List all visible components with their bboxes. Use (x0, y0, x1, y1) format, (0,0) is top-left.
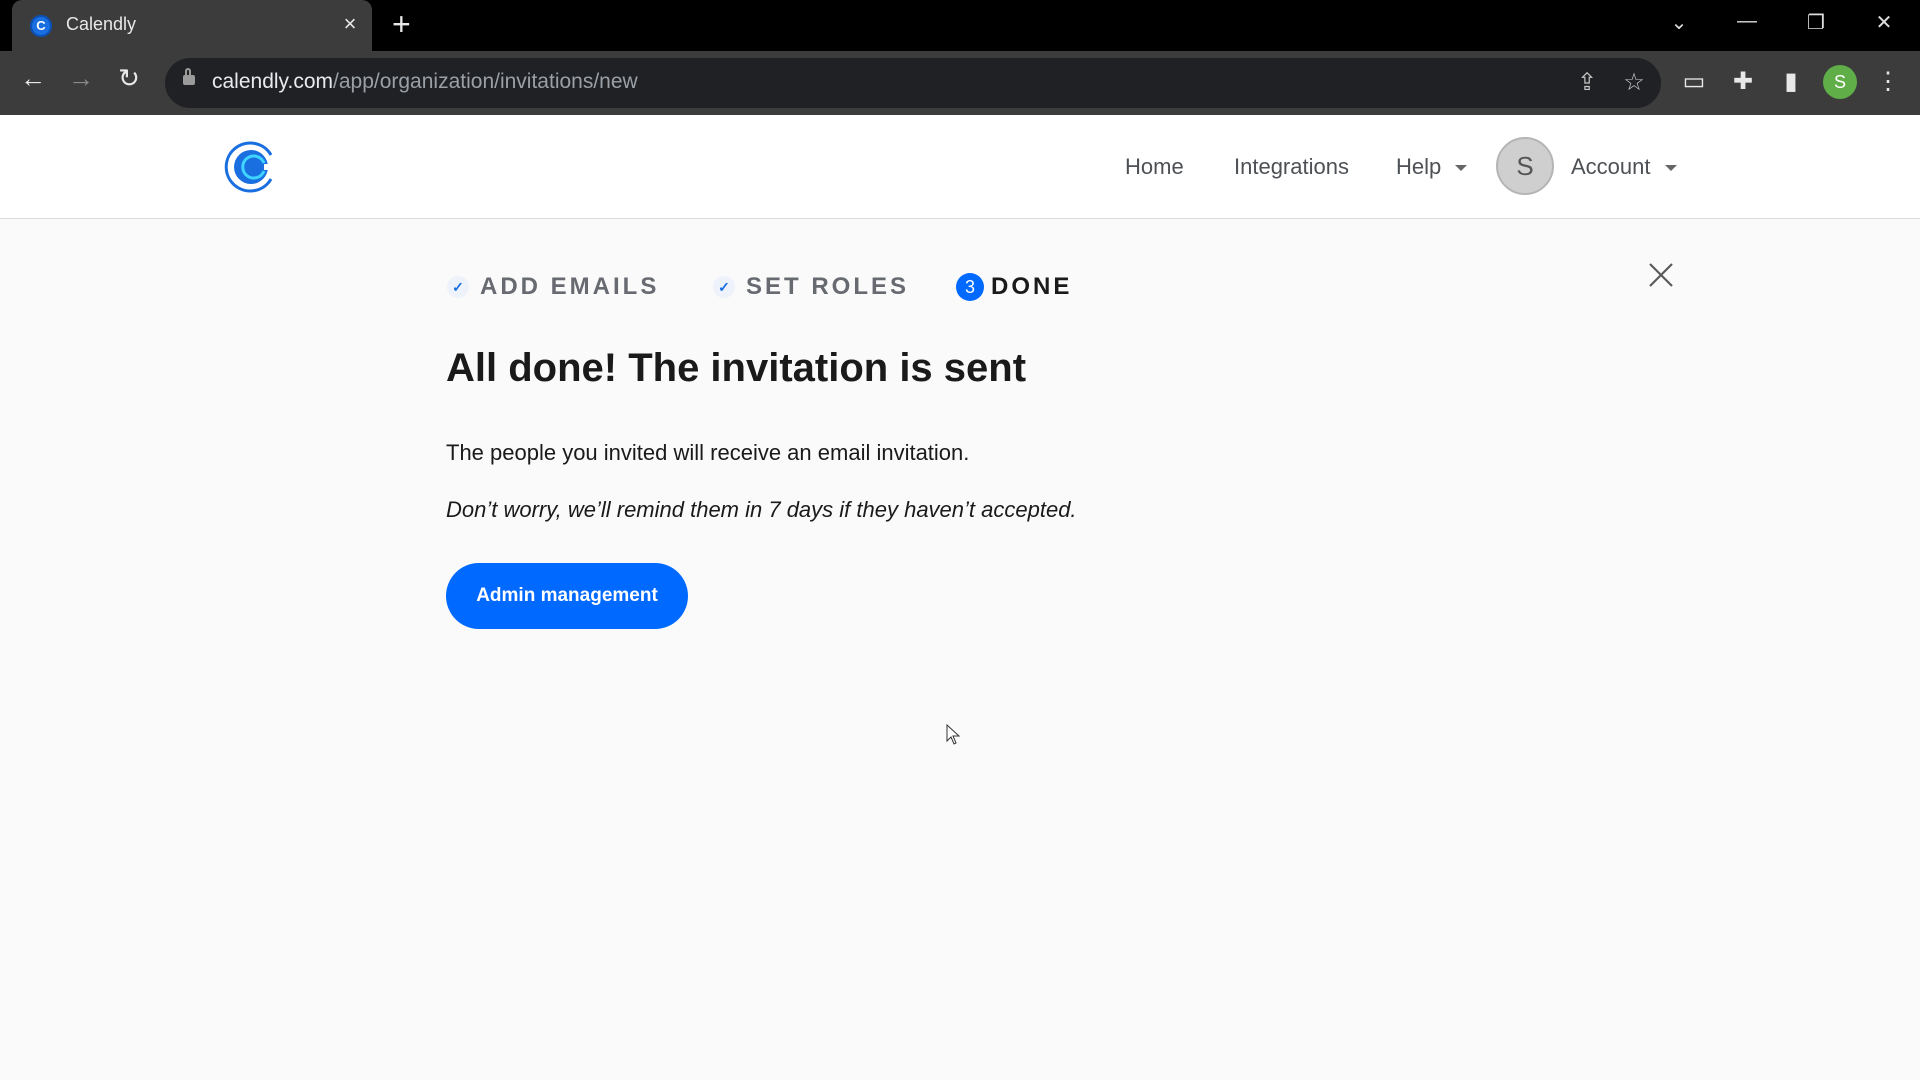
address-bar[interactable]: calendly.com/app/organization/invitation… (165, 58, 1661, 108)
reminder-info-text: Don’t worry, we’ll remind them in 7 days… (446, 497, 1077, 522)
extension-alert-icon[interactable]: ▭ (1678, 67, 1710, 96)
user-avatar[interactable]: S (1496, 137, 1554, 195)
nav-integrations[interactable]: Integrations (1234, 154, 1349, 180)
step-complete-check-icon: ✓ (713, 276, 735, 298)
calendly-favicon-icon: C (30, 15, 52, 37)
calendly-logo-icon[interactable] (224, 139, 280, 195)
mouse-cursor-icon (946, 724, 961, 745)
extensions-puzzle-icon[interactable]: ✚ (1727, 67, 1759, 96)
reload-icon[interactable]: ↻ (109, 63, 149, 94)
share-icon[interactable]: ⇪ (1572, 68, 1602, 97)
step-number-badge: 3 (956, 273, 984, 301)
step-add-emails: ADD EMAILS (480, 273, 660, 300)
bookmark-star-icon[interactable]: ☆ (1619, 68, 1649, 97)
side-panel-icon[interactable]: ▮ (1775, 67, 1807, 96)
browser-toolbar: ← → ↻ calendly.com/app/organization/invi… (0, 51, 1920, 115)
invitation-info-text: The people you invited will receive an e… (446, 440, 970, 465)
tab-close-icon[interactable]: × (338, 11, 362, 37)
browser-profile-avatar[interactable]: S (1823, 65, 1857, 99)
url-text[interactable]: calendly.com/app/organization/invitation… (212, 70, 638, 94)
admin-management-button[interactable]: Admin management (446, 563, 688, 629)
tab-title: Calendly (66, 14, 137, 34)
nav-help-label: Help (1396, 154, 1442, 179)
lock-icon[interactable] (183, 68, 195, 85)
step-done: DONE (991, 273, 1073, 300)
close-icon[interactable] (1646, 260, 1676, 290)
nav-account[interactable]: Account (1571, 154, 1677, 180)
chevron-down-icon (1664, 165, 1677, 172)
new-tab-button[interactable]: + (392, 6, 411, 43)
back-icon[interactable]: ← (13, 63, 53, 94)
restore-icon[interactable]: ❐ (1796, 10, 1836, 35)
minimize-icon[interactable]: — (1727, 10, 1767, 33)
url-host: calendly.com (212, 70, 333, 93)
window-close-icon[interactable]: ✕ (1864, 10, 1904, 35)
app-header: Home Integrations Help S Account (0, 115, 1920, 219)
forward-icon[interactable]: → (61, 63, 101, 94)
url-path: /app/organization/invitations/new (333, 70, 638, 93)
nav-home[interactable]: Home (1125, 154, 1184, 180)
step-set-roles: SET ROLES (746, 273, 910, 300)
page-title: All done! The invitation is sent (446, 346, 1027, 390)
tab-search-icon[interactable]: ⌄ (1659, 10, 1699, 35)
nav-help[interactable]: Help (1396, 154, 1468, 180)
browser-menu-icon[interactable]: ⋮ (1872, 67, 1904, 96)
step-complete-check-icon: ✓ (447, 276, 469, 298)
browser-tab[interactable]: C Calendly × (12, 0, 372, 51)
browser-tab-bar: C Calendly × + ⌄ — ❐ ✕ (0, 0, 1920, 51)
nav-account-label: Account (1571, 154, 1651, 179)
chevron-down-icon (1455, 165, 1468, 172)
